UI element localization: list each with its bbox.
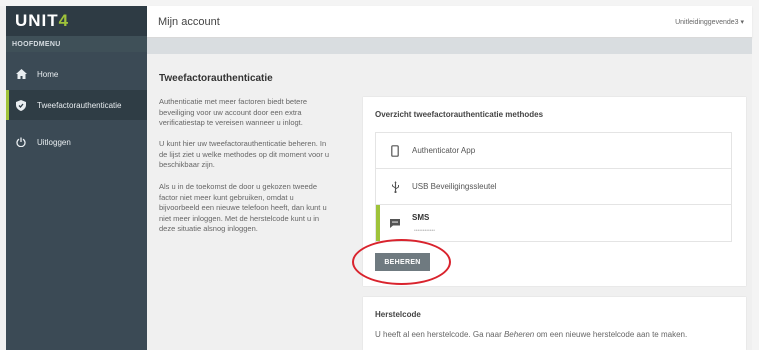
method-usb-security-key[interactable]: USB Beveiligingssleutel xyxy=(376,169,731,205)
menu-heading: HOOFDMENU xyxy=(6,36,147,52)
user-menu[interactable]: Unitleidinggevende3 ▾ xyxy=(675,18,744,26)
sidebar-item-uitloggen[interactable]: Uitloggen xyxy=(6,130,147,154)
method-sms[interactable]: SMS •••••••••••• xyxy=(376,205,731,241)
home-icon xyxy=(15,68,27,80)
chevron-down-icon: ▾ xyxy=(740,19,744,26)
method-authenticator-app[interactable]: Authenticator App xyxy=(376,133,731,169)
recovery-code-card: Herstelcode U heeft al een herstelcode. … xyxy=(363,297,746,350)
method-list: Authenticator App USB Beveiligingssleute… xyxy=(375,132,732,242)
method-label: Authenticator App xyxy=(412,146,476,155)
sidebar: UNIT4 HOOFDMENU Home Tweefactorauthentic… xyxy=(6,6,147,350)
highlight-annotation xyxy=(352,239,451,285)
sidebar-item-label: Uitloggen xyxy=(37,137,71,147)
masked-phone-number: •••••••••••• xyxy=(414,228,436,234)
window-frame-right xyxy=(752,0,759,350)
top-header: Mijn account Unitleidinggevende3 ▾ xyxy=(147,6,752,38)
method-label: USB Beveiligingssleutel xyxy=(412,182,497,191)
intro-paragraph-3: Als u in de toekomst de door u gekozen t… xyxy=(159,182,327,233)
section-title: Tweefactorauthenticatie xyxy=(159,73,273,84)
shield-icon xyxy=(15,99,27,111)
logo-bar: UNIT4 xyxy=(6,6,147,36)
usb-icon xyxy=(388,180,402,193)
user-name: Unitleidinggevende3 xyxy=(675,19,739,26)
sms-icon xyxy=(388,219,402,228)
sidebar-item-label: Home xyxy=(37,69,59,79)
recovery-code-text: U heeft al een herstelcode. Ga naar Behe… xyxy=(375,330,688,339)
content-top-strip xyxy=(147,38,752,54)
sidebar-item-label: Tweefactorauthenticatie xyxy=(37,100,122,110)
intro-paragraph-2: U kunt hier uw tweefactorauthenticatie b… xyxy=(159,139,330,169)
intro-paragraph-1: Authenticatie met meer factoren biedt be… xyxy=(159,97,308,127)
card-title: Herstelcode xyxy=(375,310,421,319)
power-icon xyxy=(15,136,27,148)
sidebar-item-home[interactable]: Home xyxy=(6,62,147,86)
method-label: SMS xyxy=(412,213,430,222)
phone-icon xyxy=(388,144,402,157)
page-title: Mijn account xyxy=(158,16,220,28)
logo[interactable]: UNIT4 xyxy=(15,11,69,31)
card-title: Overzicht tweefactorauthenticatie method… xyxy=(375,110,544,119)
sidebar-item-tweefactorauthenticatie[interactable]: Tweefactorauthenticatie xyxy=(6,90,147,120)
